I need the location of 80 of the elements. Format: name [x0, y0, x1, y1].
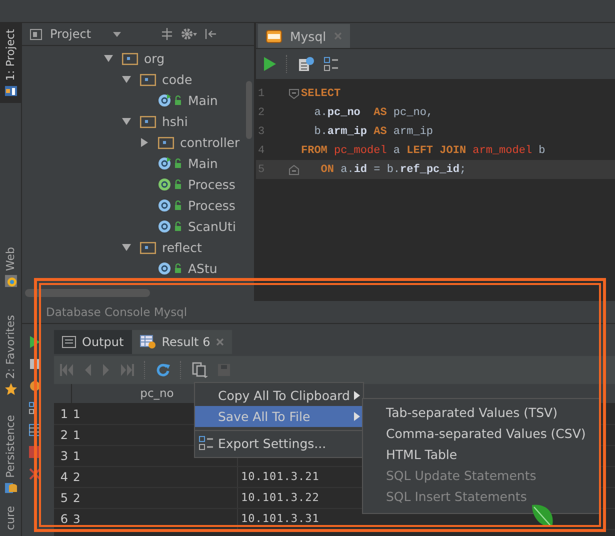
- close-icon[interactable]: [29, 468, 41, 480]
- menu-item[interactable]: Comma-separated Values (CSV): [363, 423, 599, 444]
- tree-item[interactable]: Main: [188, 93, 218, 108]
- line-number: 4: [257, 144, 266, 156]
- hide-icon[interactable]: [205, 28, 218, 40]
- table-cell: 10.101.3.21: [241, 470, 320, 483]
- package-icon: [158, 136, 174, 148]
- fold-icon[interactable]: [289, 164, 299, 174]
- line-number: 2: [257, 106, 266, 118]
- code-line: a.pc_no AS pc_no,: [313, 106, 434, 118]
- close-icon[interactable]: [216, 338, 224, 346]
- code-line: SELECT: [301, 88, 341, 100]
- table-cell: 2: [71, 488, 238, 508]
- console-icon: [62, 336, 76, 348]
- code-line: FROM pc_model a LEFT JOIN arm_model b: [301, 144, 546, 156]
- package-icon: [140, 74, 156, 86]
- copy-icon[interactable]: [192, 362, 208, 378]
- collapse-icon[interactable]: [161, 28, 174, 40]
- table-cell: 10.101.3.31: [241, 512, 320, 525]
- database-icon: [4, 482, 16, 494]
- checklist-icon[interactable]: [324, 57, 338, 71]
- panel-title: Database Console Mysql: [46, 305, 188, 319]
- table-icon[interactable]: [29, 424, 41, 436]
- side-tab[interactable]: 2: Favorites: [0, 309, 21, 401]
- code-line: ON a.id = b.ref_pc_id;: [320, 164, 466, 176]
- project-icon: [4, 84, 16, 97]
- menu-item[interactable]: Tab-separated Values (TSV): [363, 402, 599, 423]
- tree-item[interactable]: code: [162, 72, 192, 87]
- line-number: 1: [257, 88, 266, 100]
- tree-item[interactable]: AStu: [188, 261, 218, 276]
- globe-icon: [4, 275, 16, 288]
- table-cell: 10.101.3.22: [241, 491, 320, 504]
- checklist-icon: [199, 436, 213, 450]
- package-icon: [140, 116, 156, 128]
- code-line: b.arm_ip AS arm_ip: [313, 126, 434, 138]
- row-number: 1: [59, 407, 69, 421]
- table-cell: 2: [71, 467, 238, 487]
- side-tab[interactable]: Persistence: [0, 409, 21, 500]
- run-icon[interactable]: [264, 57, 276, 71]
- project-icon: [30, 28, 42, 40]
- menu-item[interactable]: Save All To File: [195, 406, 363, 427]
- table-cell: 3: [71, 509, 238, 529]
- row-number: 3: [59, 449, 69, 463]
- editor-tab[interactable]: Mysql: [258, 24, 350, 48]
- history-icon[interactable]: [298, 56, 314, 72]
- refresh-icon[interactable]: [156, 363, 170, 377]
- row-number: 4: [59, 470, 69, 484]
- tree-item[interactable]: hshi: [162, 114, 188, 129]
- sql-file-icon: [266, 30, 282, 42]
- gear-icon[interactable]: [181, 28, 198, 40]
- tree-item[interactable]: reflect: [162, 240, 202, 255]
- fold-icon[interactable]: [289, 88, 299, 98]
- package-icon: [140, 242, 156, 254]
- panel-title: Project: [50, 27, 92, 41]
- submenu-arrow-icon: [354, 391, 360, 400]
- side-tab[interactable]: 1: Project: [0, 23, 21, 103]
- menu-item[interactable]: HTML Table: [363, 444, 599, 465]
- row-number: 5: [59, 491, 69, 505]
- scrollbar[interactable]: [25, 289, 150, 297]
- tree-item[interactable]: org: [144, 51, 165, 66]
- result-tab[interactable]: Output: [54, 330, 132, 354]
- package-icon: [122, 52, 138, 64]
- tree-item[interactable]: Process: [188, 177, 236, 192]
- row-number: 2: [59, 428, 69, 442]
- clock-icon[interactable]: [29, 380, 41, 392]
- row-number: 6: [59, 512, 69, 526]
- run-icon[interactable]: [30, 336, 40, 348]
- caret-icon[interactable]: [113, 32, 122, 36]
- tree-item[interactable]: controller: [180, 135, 240, 150]
- tree-item[interactable]: ScanUti: [188, 219, 236, 234]
- side-tab[interactable]: cure: [0, 500, 21, 536]
- tree-item[interactable]: Process: [188, 198, 236, 213]
- result-tab[interactable]: Result 6: [132, 330, 232, 354]
- submenu-arrow-icon: [354, 412, 360, 421]
- star-icon: [4, 383, 16, 395]
- line-number: 3: [257, 126, 266, 138]
- tree-item[interactable]: Main: [188, 156, 218, 171]
- table-icon: [140, 335, 156, 349]
- side-tab[interactable]: Web: [0, 241, 21, 294]
- scrollbar[interactable]: [246, 81, 252, 139]
